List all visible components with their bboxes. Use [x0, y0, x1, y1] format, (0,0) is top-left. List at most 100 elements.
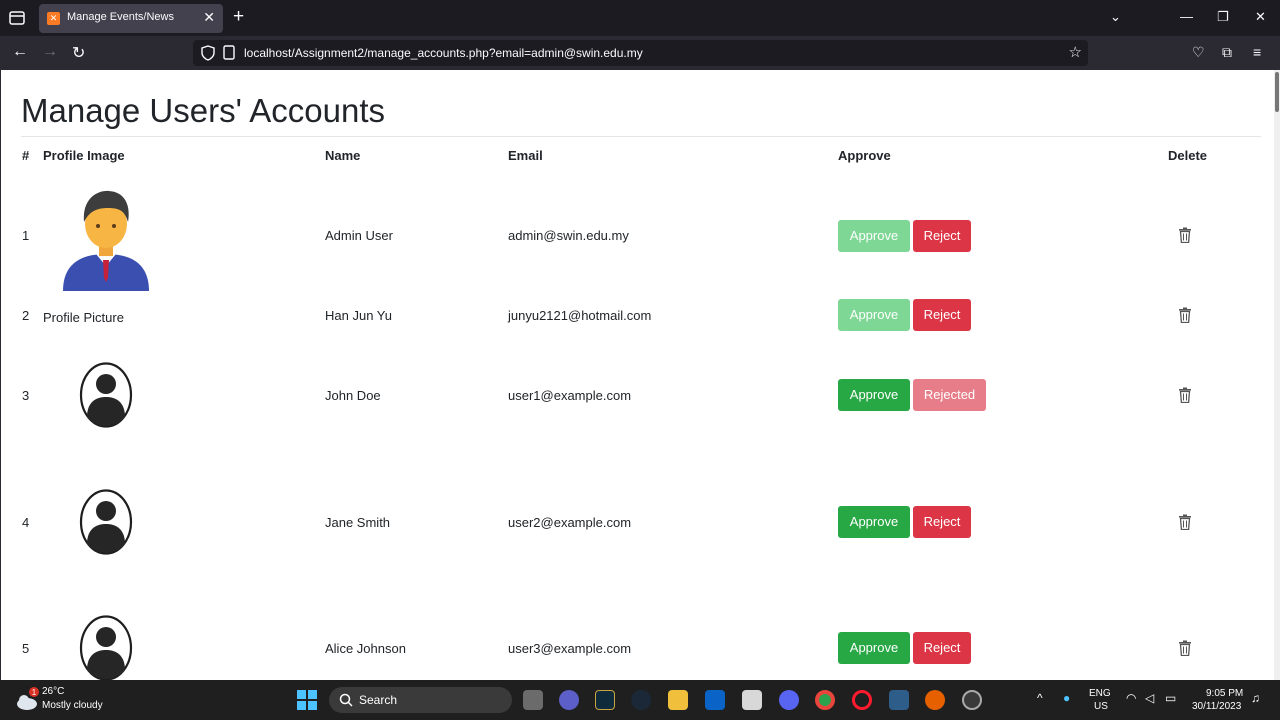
scrollbar-track[interactable]: [1274, 70, 1280, 680]
microphone-icon[interactable]: ●: [1063, 691, 1070, 705]
notification-bell-icon[interactable]: ♫: [1251, 691, 1260, 705]
tab-title: Manage Events/News: [67, 11, 174, 23]
weather-cloud-icon[interactable]: 1: [14, 687, 40, 713]
back-icon[interactable]: ←: [12, 43, 28, 61]
user-silhouette-icon: [79, 489, 133, 555]
mail-icon[interactable]: [705, 690, 725, 710]
extensions-icon[interactable]: ⧉: [1222, 44, 1232, 61]
user-email: junyu2121@hotmail.com: [508, 308, 652, 323]
user-name: John Doe: [325, 388, 381, 403]
windows-taskbar: 1 26°C Mostly cloudy Search ^ ● ENG US ◠…: [0, 680, 1280, 720]
weather-badge: 1: [32, 688, 37, 697]
header-name: Name: [325, 148, 361, 163]
approve-button[interactable]: Approve: [838, 632, 910, 664]
header-delete: Delete: [1168, 148, 1208, 163]
admin-avatar-icon: [63, 190, 149, 291]
page-icon[interactable]: [223, 45, 235, 60]
clock-date[interactable]: 30/11/2023: [1192, 701, 1241, 712]
header-email: Email: [508, 148, 543, 163]
header-approve: Approve: [838, 148, 891, 163]
weather-temperature: 26°C: [42, 686, 65, 697]
header-profile-image: Profile Image: [43, 148, 125, 163]
language-indicator[interactable]: ENG: [1089, 688, 1111, 699]
user-email: admin@swin.edu.my: [508, 228, 629, 243]
user-name: Jane Smith: [325, 515, 391, 530]
header-number: #: [22, 148, 30, 163]
approve-button[interactable]: Approve: [838, 379, 910, 411]
new-tab-icon[interactable]: +: [233, 6, 244, 28]
user-email: user1@example.com: [508, 388, 632, 403]
reject-button[interactable]: Reject: [913, 632, 971, 664]
show-hidden-icons-icon[interactable]: ^: [1037, 691, 1043, 705]
row-number: 5: [22, 641, 30, 656]
search-icon: [339, 693, 353, 707]
teams-icon[interactable]: [559, 690, 579, 710]
opera-icon[interactable]: [852, 690, 872, 710]
title-divider: [21, 136, 1261, 137]
url-text[interactable]: localhost/Assignment2/manage_accounts.ph…: [244, 46, 643, 60]
trash-icon[interactable]: [1178, 227, 1192, 243]
browser-tab-bar: ✕ Manage Events/News ✕ + ⌄ — ❐ ✕: [0, 0, 1280, 36]
user-name: Admin User: [325, 228, 393, 243]
user-email: user2@example.com: [508, 515, 632, 530]
pocket-icon[interactable]: ♡: [1192, 44, 1205, 61]
task-view-icon[interactable]: [523, 690, 543, 710]
list-all-tabs-icon[interactable]: ⌄: [1110, 9, 1121, 25]
tab-close-icon[interactable]: ✕: [203, 9, 215, 26]
forward-icon[interactable]: →: [42, 43, 58, 61]
taskbar-search[interactable]: Search: [329, 687, 512, 713]
browser-nav-bar: ← → ↻ localhost/Assignment2/manage_accou…: [0, 36, 1280, 70]
reject-button[interactable]: Reject: [913, 299, 971, 331]
user-silhouette-icon: [79, 362, 133, 428]
xampp-favicon-icon: ✕: [47, 12, 60, 25]
league-icon[interactable]: [595, 690, 615, 710]
reject-button[interactable]: Reject: [913, 506, 971, 538]
battery-icon[interactable]: ▭: [1165, 691, 1176, 705]
mysql-workbench-icon[interactable]: [889, 690, 909, 710]
trash-icon[interactable]: [1178, 640, 1192, 656]
active-tab[interactable]: ✕ Manage Events/News ✕: [39, 4, 223, 33]
volume-icon[interactable]: ◁: [1145, 691, 1154, 705]
tab-list-icon[interactable]: [8, 9, 26, 27]
trash-icon[interactable]: [1178, 514, 1192, 530]
user-name: Han Jun Yu: [325, 308, 392, 323]
row-number: 2: [22, 308, 30, 323]
windows-start-icon[interactable]: [297, 690, 317, 710]
snipping-tool-icon[interactable]: [742, 690, 762, 710]
trash-icon[interactable]: [1178, 387, 1192, 403]
page-title: Manage Users' Accounts: [21, 92, 385, 129]
approve-button[interactable]: Approve: [838, 220, 910, 252]
trash-icon[interactable]: [1178, 307, 1192, 323]
row-number: 1: [22, 228, 30, 243]
wifi-icon[interactable]: ◠: [1126, 691, 1136, 705]
row-number: 4: [22, 515, 30, 530]
file-explorer-icon[interactable]: [668, 690, 688, 710]
row-number: 3: [22, 388, 30, 403]
search-label: Search: [359, 693, 398, 707]
reload-icon[interactable]: ↻: [72, 43, 85, 63]
user-silhouette-icon: [79, 615, 133, 680]
url-bar[interactable]: localhost/Assignment2/manage_accounts.ph…: [193, 40, 1088, 66]
scrollbar-thumb[interactable]: [1275, 72, 1279, 112]
region-indicator[interactable]: US: [1094, 701, 1108, 712]
bookmark-star-icon[interactable]: ☆: [1069, 43, 1082, 61]
close-window-icon[interactable]: ✕: [1255, 9, 1266, 25]
menu-icon[interactable]: ≡: [1253, 44, 1261, 60]
restore-icon[interactable]: ❐: [1217, 9, 1229, 25]
rejected-button[interactable]: Rejected: [913, 379, 986, 411]
weather-description: Mostly cloudy: [42, 700, 103, 711]
obs-icon[interactable]: [962, 690, 982, 710]
page-content: Manage Users' Accounts # Profile Image N…: [0, 70, 1274, 680]
clock-time[interactable]: 9:05 PM: [1206, 688, 1243, 699]
chrome-icon[interactable]: [815, 690, 835, 710]
user-email: user3@example.com: [508, 641, 632, 656]
user-name: Alice Johnson: [325, 641, 406, 656]
approve-button[interactable]: Approve: [838, 506, 910, 538]
shield-icon[interactable]: [201, 45, 215, 61]
minimize-icon[interactable]: —: [1180, 9, 1193, 24]
discord-icon[interactable]: [779, 690, 799, 710]
firefox-icon[interactable]: [925, 690, 945, 710]
approve-button[interactable]: Approve: [838, 299, 910, 331]
steam-icon[interactable]: [631, 690, 651, 710]
reject-button[interactable]: Reject: [913, 220, 971, 252]
